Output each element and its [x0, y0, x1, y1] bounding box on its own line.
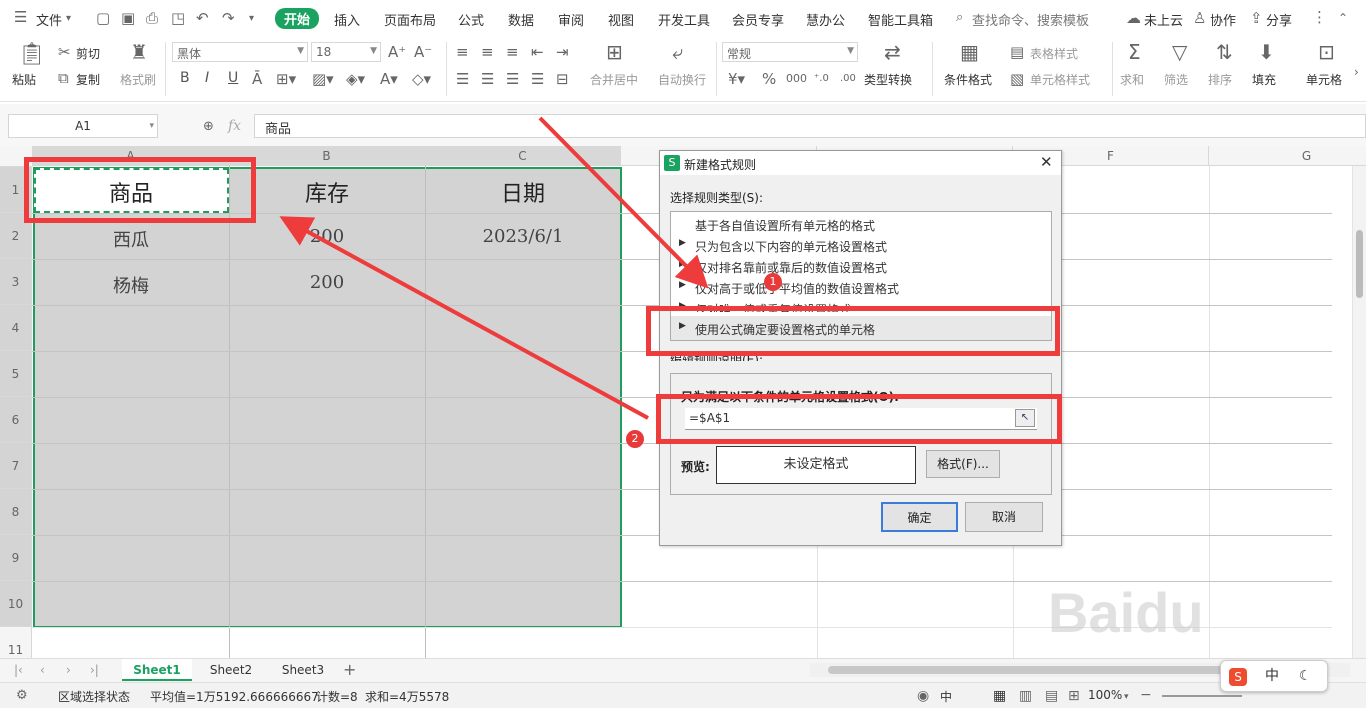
step-badge-2: 2 [626, 430, 644, 448]
baidu-watermark: Baidu [1048, 581, 1204, 644]
annotation-arrow-2 [279, 216, 649, 420]
step-badge-1: 1 [764, 273, 782, 291]
annotation-arrow-1 [538, 116, 709, 289]
